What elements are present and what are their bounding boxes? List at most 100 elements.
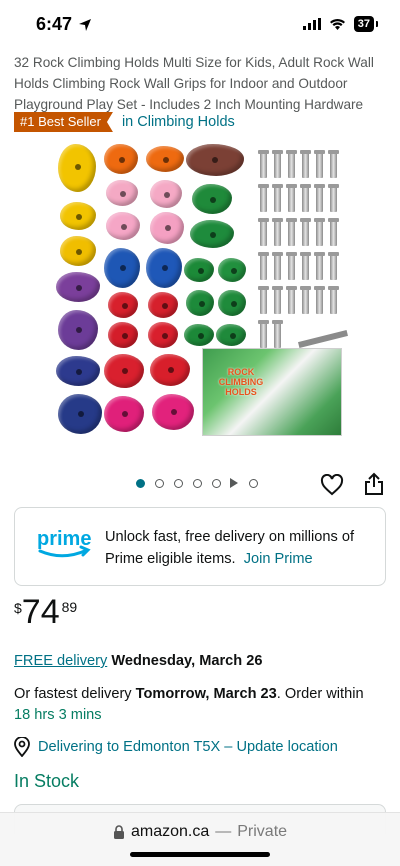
- box-title: ROCK CLIMBING HOLDS: [218, 367, 264, 397]
- bolt: [286, 286, 297, 314]
- video-play-icon[interactable]: [230, 478, 239, 488]
- prime-promo-box[interactable]: prime Unlock fast, free delivery on mill…: [14, 507, 386, 586]
- prime-message-text: Unlock fast, free delivery on millions o…: [105, 529, 355, 567]
- climbing-hold: [60, 236, 96, 266]
- carousel-dot[interactable]: [136, 478, 145, 488]
- bolt: [300, 286, 311, 314]
- climbing-hold: [146, 248, 182, 288]
- climbing-hold: [58, 310, 98, 350]
- image-carousel-dots[interactable]: [136, 478, 258, 488]
- bolt: [286, 150, 297, 178]
- carousel-dot[interactable]: [155, 478, 164, 488]
- bolt: [258, 184, 269, 212]
- free-delivery-link[interactable]: FREE delivery: [14, 653, 107, 669]
- climbing-hold: [186, 144, 244, 176]
- bolt: [272, 286, 283, 314]
- climbing-hold: [108, 322, 138, 348]
- category-link[interactable]: in Climbing Holds: [122, 114, 235, 130]
- climbing-hold: [108, 292, 138, 318]
- bolt: [314, 150, 325, 178]
- carousel-dot[interactable]: [193, 478, 202, 488]
- home-indicator[interactable]: [130, 852, 270, 857]
- bolt: [328, 184, 339, 212]
- delivery-location[interactable]: Delivering to Edmonton T5X – Update loca…: [14, 737, 338, 757]
- clock-text: 6:47: [36, 14, 73, 34]
- climbing-hold: [186, 290, 214, 316]
- bolt: [258, 218, 269, 246]
- price-whole: 74: [21, 593, 60, 631]
- bolt: [272, 184, 283, 212]
- price: $ 74 89: [14, 592, 77, 632]
- climbing-hold: [192, 184, 232, 214]
- fastest-prefix: Or fastest delivery: [14, 686, 132, 702]
- bolt: [286, 184, 297, 212]
- location-pin-icon: [14, 737, 30, 757]
- share-icon[interactable]: [364, 472, 384, 496]
- climbing-hold: [146, 146, 184, 172]
- bolt: [286, 218, 297, 246]
- climbing-hold: [60, 202, 96, 230]
- bolt: [314, 218, 325, 246]
- bolt: [314, 184, 325, 212]
- join-prime-link[interactable]: Join Prime: [244, 551, 313, 567]
- delivery-date: Wednesday, March 26: [111, 653, 263, 669]
- product-image[interactable]: ROCK CLIMBING HOLDS: [50, 140, 350, 440]
- bolt: [314, 252, 325, 280]
- climbing-hold: [218, 290, 246, 316]
- bolt: [258, 252, 269, 280]
- lock-icon: [113, 825, 124, 839]
- delivery-countdown: 18 hrs 3 mins: [14, 707, 102, 723]
- carousel-dot[interactable]: [174, 478, 183, 488]
- bolt: [272, 150, 283, 178]
- climbing-hold: [104, 354, 144, 388]
- location-link[interactable]: Delivering to Edmonton T5X – Update loca…: [38, 739, 338, 755]
- bolt: [300, 218, 311, 246]
- climbing-hold: [56, 356, 100, 386]
- bolt: [272, 218, 283, 246]
- stock-status: In Stock: [14, 771, 80, 791]
- fastest-delivery-info: Or fastest delivery Tomorrow, March 23. …: [14, 684, 394, 726]
- climbing-hold: [58, 394, 102, 434]
- carousel-dot[interactable]: [212, 478, 221, 488]
- bolt: [258, 320, 269, 348]
- climbing-hold: [56, 272, 100, 302]
- delivery-info: FREE delivery Wednesday, March 26: [14, 651, 390, 671]
- best-seller-badge: #1 Best Seller: [14, 112, 113, 132]
- status-icons: 37: [302, 16, 379, 32]
- bolt: [314, 286, 325, 314]
- climbing-hold: [148, 292, 178, 318]
- bolt: [328, 218, 339, 246]
- climbing-hold: [190, 220, 234, 248]
- bolt: [286, 252, 297, 280]
- bolt: [272, 320, 283, 348]
- fastest-date: Tomorrow, March 23: [135, 686, 277, 702]
- location-arrow-icon: [79, 18, 92, 31]
- prime-message: Unlock fast, free delivery on millions o…: [105, 526, 375, 570]
- product-title[interactable]: 32 Rock Climbing Holds Multi Size for Ki…: [14, 52, 386, 115]
- browser-address-bar[interactable]: amazon.ca — Private: [0, 812, 400, 866]
- status-time: 6:47: [36, 14, 92, 35]
- climbing-hold: [148, 322, 178, 348]
- url-display[interactable]: amazon.ca — Private: [0, 823, 400, 841]
- bolt: [328, 286, 339, 314]
- heart-icon[interactable]: [320, 474, 344, 496]
- climbing-hold: [150, 180, 182, 208]
- bolt: [300, 150, 311, 178]
- wifi-icon: [329, 18, 345, 30]
- price-symbol: $: [14, 600, 22, 616]
- bolt: [272, 252, 283, 280]
- climbing-hold: [104, 396, 144, 432]
- hex-wrench: [298, 330, 348, 348]
- carousel-dot[interactable]: [249, 478, 258, 488]
- bolt: [328, 150, 339, 178]
- climbing-hold: [106, 180, 138, 206]
- order-within: . Order within: [276, 686, 364, 702]
- climbing-hold: [104, 248, 140, 288]
- bolt: [300, 252, 311, 280]
- climbing-hold: [106, 212, 140, 240]
- climbing-hold: [216, 324, 246, 346]
- climbing-hold: [150, 212, 184, 244]
- signal-icon: [302, 18, 321, 30]
- prime-logo-icon: prime: [37, 528, 91, 558]
- battery-indicator: 37: [353, 16, 379, 32]
